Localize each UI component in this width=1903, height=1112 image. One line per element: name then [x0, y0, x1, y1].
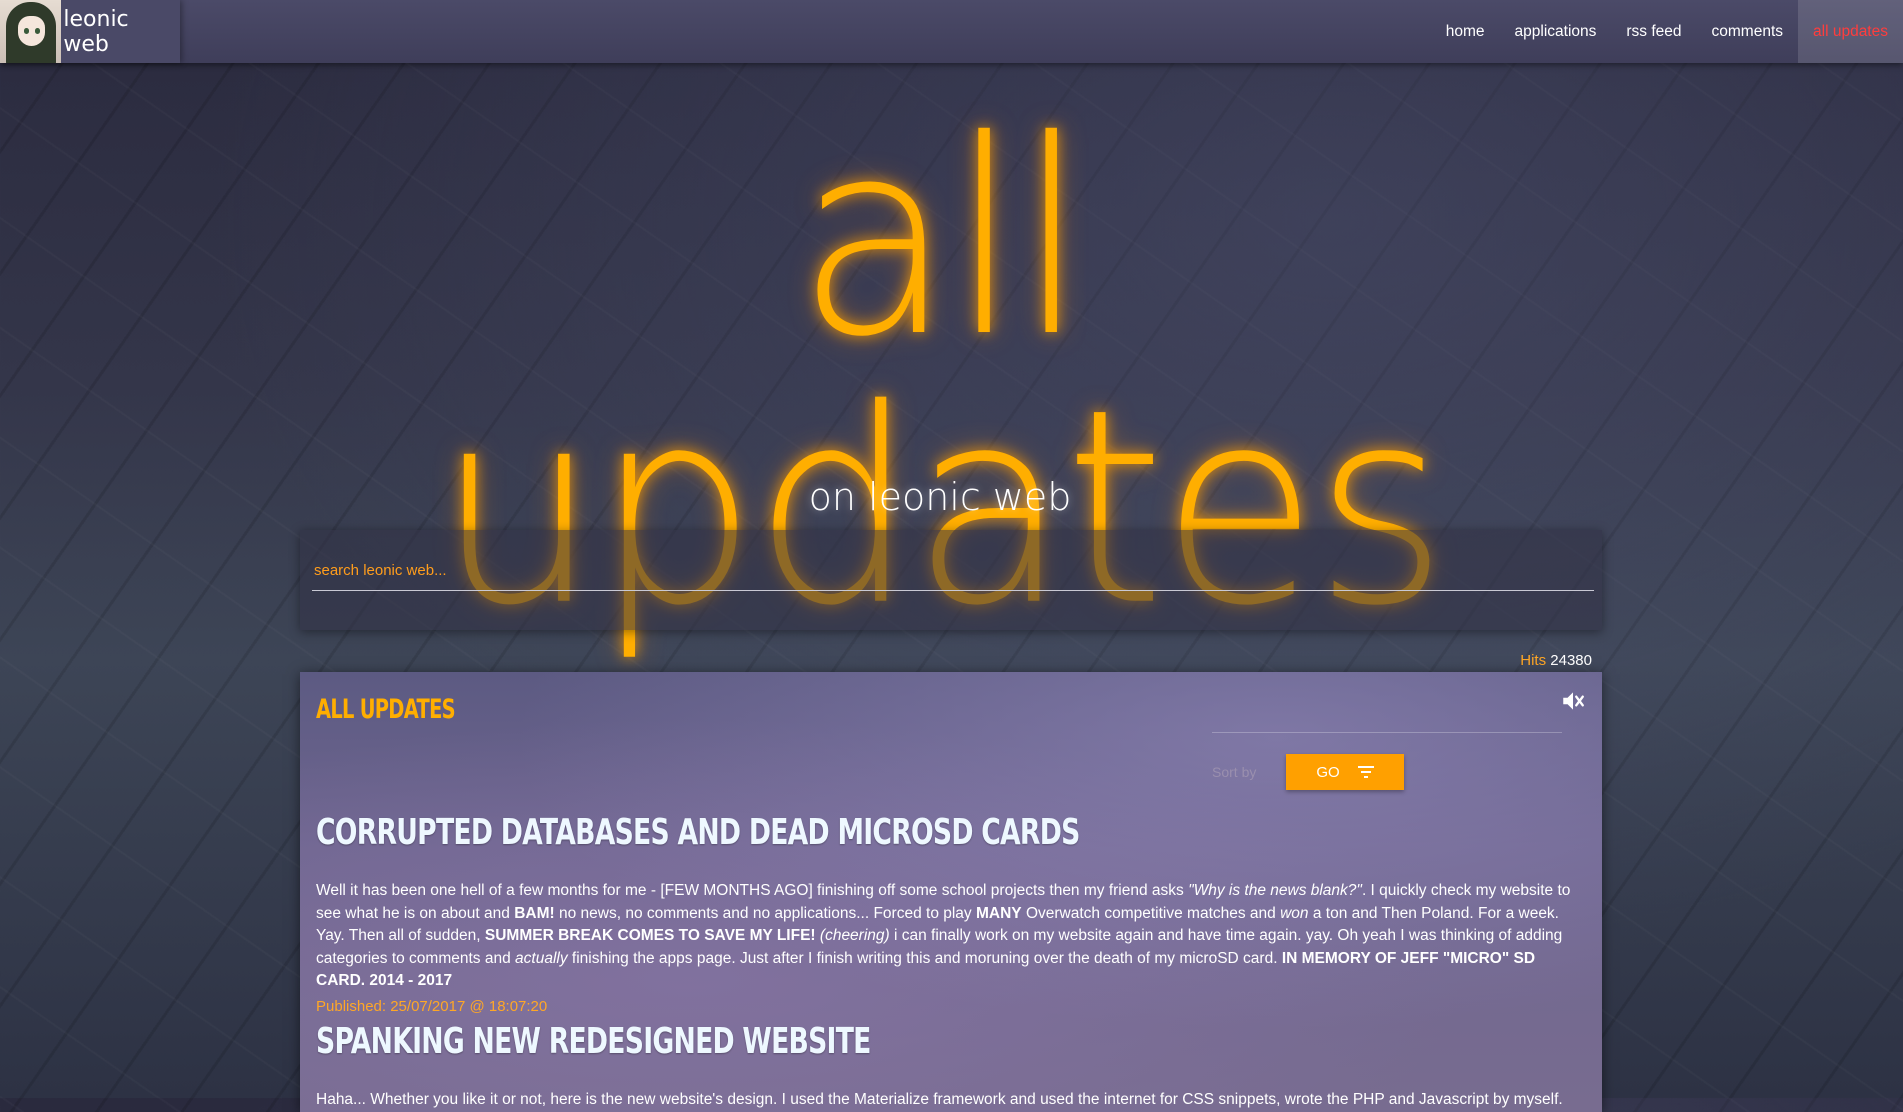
- brand-link[interactable]: leonic web: [0, 0, 180, 63]
- post-date: Published: 25/07/2017 @ 18:07:20: [316, 998, 548, 1015]
- hero-subtitle: on leonic web: [808, 475, 1072, 519]
- post-text-segment: BAM!: [514, 904, 555, 922]
- post-title[interactable]: Corrupted Databases and Dead MicroSD Car…: [316, 812, 1080, 853]
- go-button-label: GO: [1316, 763, 1340, 781]
- post-text-segment: SUMMER BREAK COMES TO SAVE MY LIFE!: [484, 927, 816, 944]
- post-text-segment: Well it has been one hell of a few month…: [316, 882, 1189, 899]
- nav-link-home[interactable]: home: [1431, 0, 1500, 63]
- post-text-segment: MANY: [976, 904, 1022, 922]
- go-button[interactable]: GO: [1286, 754, 1404, 790]
- updates-card: All Updates Sort by GO Corrupted Databas…: [300, 672, 1602, 1112]
- post-body: Haha... Whether you like it or not, here…: [316, 1089, 1588, 1112]
- brand-name: leonic web: [63, 6, 129, 57]
- filter-select-underline: [1212, 732, 1562, 733]
- hit-counter: Hits 24380: [1520, 652, 1592, 669]
- post-body: Well it has been one hell of a few month…: [316, 880, 1588, 993]
- post-title[interactable]: Spanking New Redesigned Website: [316, 1021, 871, 1062]
- top-navbar: leonic web home applications rss feed co…: [0, 0, 1903, 63]
- post-text-segment: won: [1280, 904, 1309, 922]
- post-text-segment: finishing the apps page. Just after I fi…: [567, 949, 1282, 967]
- hits-label: Hits: [1520, 652, 1547, 669]
- nav-link-comments[interactable]: comments: [1697, 0, 1799, 63]
- post-text-segment: no news, no comments and no applications…: [554, 904, 976, 922]
- search-card: [300, 530, 1602, 630]
- post-text-segment: (cheering): [819, 927, 890, 944]
- filter-label: Sort by: [1212, 764, 1257, 780]
- post-text-segment: Overwatch competitive matches and: [1021, 904, 1281, 922]
- card-heading: All Updates: [316, 694, 456, 725]
- post-text-segment: actually: [515, 949, 568, 967]
- nav-link-all-updates[interactable]: all updates: [1798, 0, 1903, 63]
- hits-value: 24380: [1550, 652, 1592, 669]
- avatar: [0, 0, 62, 63]
- nav-link-applications[interactable]: applications: [1500, 0, 1612, 63]
- nav-link-rss-feed[interactable]: rss feed: [1611, 0, 1696, 63]
- volume-off-icon[interactable]: [1560, 688, 1586, 714]
- filter-icon: [1357, 766, 1374, 778]
- nav-links: home applications rss feed comments all …: [1431, 0, 1903, 63]
- post-text-segment: Haha... Whether you like it or not, here…: [316, 1091, 1563, 1108]
- post-text-segment: "Why is the news blank?": [1188, 882, 1362, 899]
- search-input[interactable]: [312, 550, 1594, 591]
